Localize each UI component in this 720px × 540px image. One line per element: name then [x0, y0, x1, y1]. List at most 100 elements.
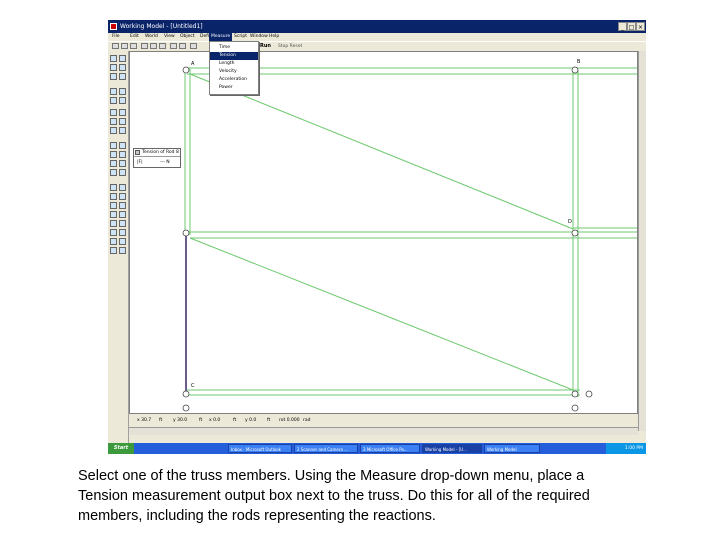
- gear-tool-icon[interactable]: [110, 127, 117, 134]
- taskbar-item-outlook[interactable]: Inbox - Microsoft Outlook: [228, 444, 292, 453]
- track-tool-icon[interactable]: [119, 247, 126, 254]
- torque-tool-icon[interactable]: [119, 142, 126, 149]
- menu-item-tension[interactable]: Tension: [210, 52, 258, 60]
- coord-x-field[interactable]: x 30.7: [137, 416, 151, 426]
- lock-tool-icon[interactable]: [110, 229, 117, 236]
- text-tool-icon[interactable]: [119, 211, 126, 218]
- pin-joint-icon[interactable]: [182, 229, 190, 237]
- rotate-tool-icon[interactable]: [110, 238, 117, 245]
- save-file-icon[interactable]: [130, 43, 137, 49]
- circle-tool-icon[interactable]: [110, 55, 117, 62]
- stop-reset-controls[interactable]: Stop Reset: [278, 42, 302, 51]
- pin-joint-icon[interactable]: [571, 229, 579, 237]
- separator-tool-icon[interactable]: [110, 160, 117, 167]
- menu-help[interactable]: Help: [269, 33, 279, 41]
- anchor-icon[interactable]: [571, 404, 579, 412]
- menu-item-time[interactable]: Time: [210, 44, 258, 52]
- menu-view[interactable]: View: [164, 33, 175, 41]
- square-tool-icon[interactable]: [110, 73, 117, 80]
- copy-icon[interactable]: [150, 43, 157, 49]
- pin-joint-icon[interactable]: [571, 390, 579, 398]
- point-label-c: C: [191, 383, 195, 389]
- damper-tool-icon[interactable]: [119, 118, 126, 125]
- maximize-button[interactable]: □: [627, 22, 636, 31]
- close-button[interactable]: ×: [636, 22, 645, 31]
- menu-item-length[interactable]: Length: [210, 60, 258, 68]
- print-icon[interactable]: [170, 43, 177, 49]
- new-file-icon[interactable]: [112, 43, 119, 49]
- help-pointer-icon[interactable]: [190, 43, 197, 49]
- menu-window[interactable]: Window: [250, 33, 268, 41]
- coord-y-field[interactable]: y 30.0: [173, 416, 187, 426]
- actuator-tool-icon[interactable]: [110, 151, 117, 158]
- start-button[interactable]: Start: [108, 443, 134, 454]
- spring-tool-icon[interactable]: [110, 118, 117, 125]
- cut-icon[interactable]: [141, 43, 148, 49]
- pin-joint-icon[interactable]: [182, 390, 190, 398]
- polygon-tool-icon[interactable]: [119, 55, 126, 62]
- rope-tool-icon[interactable]: [119, 109, 126, 116]
- slider-tool-icon[interactable]: [110, 211, 117, 218]
- vector-tool-icon[interactable]: [110, 220, 117, 227]
- link-tool-icon[interactable]: [119, 160, 126, 167]
- force-tool-icon[interactable]: [110, 142, 117, 149]
- simulation-canvas[interactable]: A B D C: [129, 51, 638, 414]
- ruler-tool-icon[interactable]: [110, 247, 117, 254]
- coord-vx-field[interactable]: x 0.0: [209, 416, 220, 426]
- meter-icon: [135, 150, 140, 155]
- pulley-tool-icon[interactable]: [119, 127, 126, 134]
- minimize-button[interactable]: _: [618, 22, 627, 31]
- button-tool-icon[interactable]: [119, 202, 126, 209]
- menu-item-velocity[interactable]: Velocity: [210, 68, 258, 76]
- taskbar-item-scanner[interactable]: 2 Scanner and Camera ...: [294, 444, 358, 453]
- rotational-spring-tool-icon[interactable]: [119, 184, 126, 191]
- rigid-joint-tool-icon[interactable]: [119, 97, 126, 104]
- menu-object[interactable]: Object: [180, 33, 195, 41]
- anchor-icon[interactable]: [182, 404, 190, 412]
- slot-tool-icon[interactable]: [119, 88, 126, 95]
- point-tool-icon[interactable]: [110, 88, 117, 95]
- pin-joint-icon[interactable]: [182, 66, 190, 74]
- pin-joint-icon[interactable]: [571, 66, 579, 74]
- curved-body-tool-icon[interactable]: [119, 64, 126, 71]
- coord-x-unit: ft: [159, 418, 163, 423]
- scale-tool-icon[interactable]: [119, 238, 126, 245]
- menu-script[interactable]: Script: [234, 33, 247, 41]
- joint-tool-icon[interactable]: [110, 169, 117, 176]
- rotational-damper-tool-icon[interactable]: [110, 193, 117, 200]
- taskbar-item-working-model[interactable]: Working Model: [484, 444, 540, 453]
- run-button[interactable]: Run: [260, 42, 271, 51]
- menu-file[interactable]: File: [112, 33, 120, 41]
- taskbar-item-office[interactable]: 3 Microsoft Office Po...: [360, 444, 420, 453]
- grid-tool-icon[interactable]: [119, 229, 126, 236]
- vertical-scrollbar[interactable]: [638, 51, 646, 431]
- rectangle-tool-icon[interactable]: [110, 64, 117, 71]
- menu-world[interactable]: World: [145, 33, 158, 41]
- motor-tool-icon[interactable]: [119, 151, 126, 158]
- truss-member-diagonal-lower[interactable]: [189, 237, 574, 391]
- truss-member-diagonal-upper[interactable]: [189, 73, 574, 230]
- menu-item-power[interactable]: Power: [210, 84, 258, 92]
- meter-tool-icon[interactable]: [110, 202, 117, 209]
- anchor-tool-icon[interactable]: [119, 73, 126, 80]
- menu-edit[interactable]: Edit: [130, 33, 139, 41]
- coord-rot-field[interactable]: rot 0.000: [279, 416, 300, 426]
- paste-icon[interactable]: [159, 43, 166, 49]
- trace-tool-icon[interactable]: [119, 220, 126, 227]
- pin-joint-tool-icon[interactable]: [110, 97, 117, 104]
- rotational-motor-tool-icon[interactable]: [119, 193, 126, 200]
- taskbar-item-working-model-doc[interactable]: Working Model - [U...: [422, 444, 482, 453]
- anchor-icon[interactable]: [585, 390, 593, 398]
- keyed-slot-tool-icon[interactable]: [119, 169, 126, 176]
- tension-meter[interactable]: Tension of Rod 8 |F| --- N: [133, 148, 181, 168]
- truss-drawing: A B D C: [182, 59, 637, 412]
- menu-measure[interactable]: Measure: [209, 33, 233, 41]
- point-label-b: B: [577, 59, 581, 65]
- open-file-icon[interactable]: [121, 43, 128, 49]
- zoom-icon[interactable]: [179, 43, 186, 49]
- horizontal-scrollbar[interactable]: [129, 427, 638, 435]
- rod-tool-icon[interactable]: [110, 109, 117, 116]
- menu-item-acceleration[interactable]: Acceleration: [210, 76, 258, 84]
- curved-slot-tool-icon[interactable]: [110, 184, 117, 191]
- coord-vy-field[interactable]: y 0.0: [245, 416, 256, 426]
